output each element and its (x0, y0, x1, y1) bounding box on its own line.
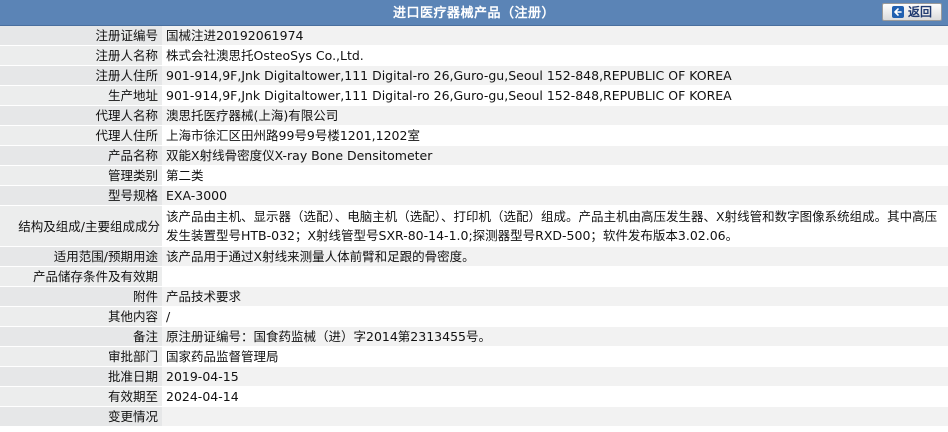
row-label: 代理人名称 (0, 105, 162, 126)
table-row: 附件 产品技术要求 (0, 286, 948, 307)
table-row: 代理人名称 澳思托医疗器械(上海)有限公司 (0, 105, 948, 126)
table-row: 备注 原注册证编号：国食药监械（进）字2014第2313455号。 (0, 326, 948, 347)
row-value: 产品技术要求 (162, 286, 948, 307)
row-label: 生产地址 (0, 85, 162, 106)
table-row: 审批部门 国家药品监督管理局 (0, 346, 948, 367)
row-label: 产品名称 (0, 145, 162, 166)
row-value: 第二类 (162, 165, 948, 186)
back-button[interactable]: 返回 (882, 3, 942, 21)
table-row: 代理人住所 上海市徐汇区田州路99号9号楼1201,1202室 (0, 125, 948, 146)
row-label: 代理人住所 (0, 125, 162, 146)
row-label: 型号规格 (0, 185, 162, 206)
table-row: 产品储存条件及有效期 (0, 266, 948, 287)
table-row: 生产地址 901-914,9F,Jnk Digitaltower,111 Dig… (0, 85, 948, 106)
row-label: 附件 (0, 286, 162, 307)
row-label: 适用范围/预期用途 (0, 246, 162, 267)
page-header: 进口医疗器械产品（注册） 返回 (0, 0, 948, 26)
row-value: / (162, 306, 948, 327)
row-value: 国械注进20192061974 (162, 26, 948, 46)
back-arrow-icon (891, 6, 904, 18)
row-label: 注册人住所 (0, 65, 162, 86)
row-value (162, 406, 948, 427)
row-value: 国家药品监督管理局 (162, 346, 948, 367)
row-label: 有效期至 (0, 386, 162, 407)
row-value: 2024-04-14 (162, 386, 948, 407)
table-row: 适用范围/预期用途 该产品用于通过X射线来测量人体前臂和足跟的骨密度。 (0, 246, 948, 267)
row-value: 该产品用于通过X射线来测量人体前臂和足跟的骨密度。 (162, 246, 948, 267)
row-value: 株式会社澳思托OsteoSys Co.,Ltd. (162, 45, 948, 66)
row-value: 该产品由主机、显示器（选配）、电脑主机（选配）、打印机（选配）组成。产品主机由高… (162, 205, 948, 247)
back-button-label: 返回 (907, 5, 932, 19)
table-row: 型号规格 EXA-3000 (0, 185, 948, 206)
row-label: 注册人名称 (0, 45, 162, 66)
row-value: 澳思托医疗器械(上海)有限公司 (162, 105, 948, 126)
registration-detail-table: 注册证编号 国械注进20192061974 注册人名称 株式会社澳思托Osteo… (0, 26, 948, 427)
row-label: 结构及组成/主要组成成分 (0, 205, 162, 247)
table-row: 注册人名称 株式会社澳思托OsteoSys Co.,Ltd. (0, 45, 948, 66)
row-label: 其他内容 (0, 306, 162, 327)
row-value: 901-914,9F,Jnk Digitaltower,111 Digital-… (162, 65, 948, 86)
table-row: 产品名称 双能X射线骨密度仪X-ray Bone Densitometer (0, 145, 948, 166)
row-value: EXA-3000 (162, 185, 948, 206)
table-row: 其他内容 / (0, 306, 948, 327)
table-row: 注册人住所 901-914,9F,Jnk Digitaltower,111 Di… (0, 65, 948, 86)
row-value: 901-914,9F,Jnk Digitaltower,111 Digital-… (162, 85, 948, 106)
row-label: 注册证编号 (0, 26, 162, 46)
table-row: 批准日期 2019-04-15 (0, 366, 948, 387)
page-title: 进口医疗器械产品（注册） (392, 6, 555, 21)
row-label: 审批部门 (0, 346, 162, 367)
row-value (162, 266, 948, 287)
row-label: 管理类别 (0, 165, 162, 186)
row-label: 变更情况 (0, 406, 162, 427)
row-label: 备注 (0, 326, 162, 347)
table-row: 管理类别 第二类 (0, 165, 948, 186)
row-value: 原注册证编号：国食药监械（进）字2014第2313455号。 (162, 326, 948, 347)
table-row: 结构及组成/主要组成成分 该产品由主机、显示器（选配）、电脑主机（选配）、打印机… (0, 205, 948, 247)
table-row: 注册证编号 国械注进20192061974 (0, 26, 948, 46)
row-label: 批准日期 (0, 366, 162, 387)
row-label: 产品储存条件及有效期 (0, 266, 162, 287)
row-value: 2019-04-15 (162, 366, 948, 387)
row-value: 双能X射线骨密度仪X-ray Bone Densitometer (162, 145, 948, 166)
table-row: 变更情况 (0, 406, 948, 427)
row-value: 上海市徐汇区田州路99号9号楼1201,1202室 (162, 125, 948, 146)
table-row: 有效期至 2024-04-14 (0, 386, 948, 407)
